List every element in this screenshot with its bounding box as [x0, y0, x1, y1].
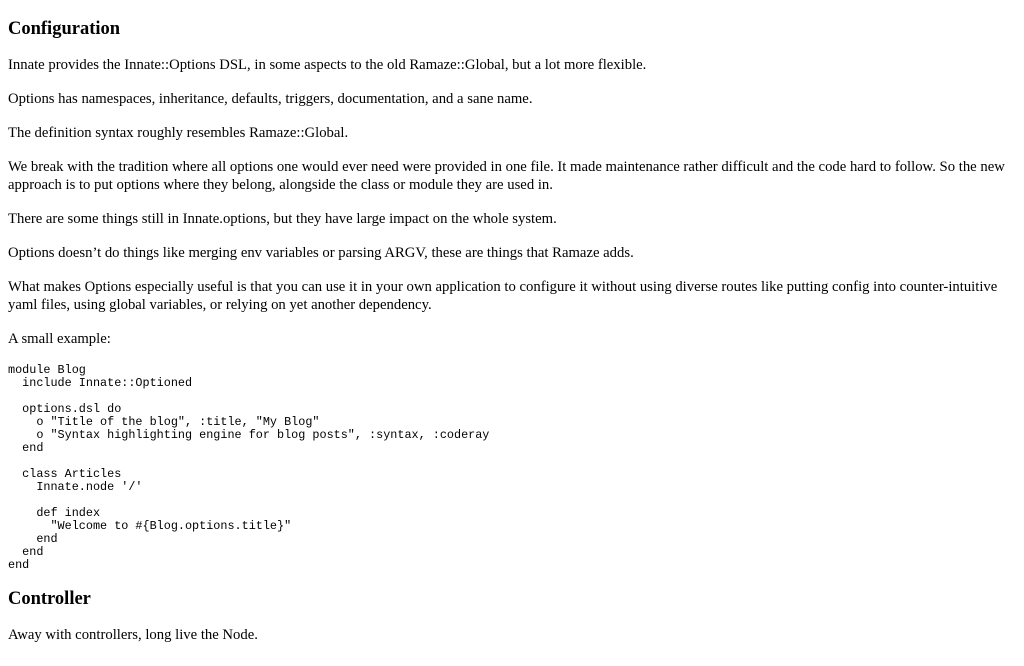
paragraph-usefulness: What makes Options especially useful is … — [8, 279, 998, 313]
paragraph-env-variables: Options doesn’t do things like merging e… — [8, 245, 634, 261]
document-body: Configuration Innate provides the Innate… — [0, 0, 1024, 644]
paragraph-node: Away with controllers, long live the Nod… — [8, 627, 258, 643]
code-example: module Blog include Innate::Optioned opt… — [8, 363, 490, 572]
paragraph-intro: Innate provides the Innate::Options DSL,… — [8, 57, 647, 73]
controller-heading: Controller — [8, 589, 91, 609]
paragraph-namespaces: Options has namespaces, inheritance, def… — [8, 91, 533, 107]
paragraph-syntax: The definition syntax roughly resembles … — [8, 125, 349, 141]
configuration-heading: Configuration — [8, 19, 121, 39]
paragraph-example-intro: A small example: — [8, 331, 111, 347]
paragraph-innate-options: There are some things still in Innate.op… — [8, 211, 557, 227]
paragraph-tradition: We break with the tradition where all op… — [8, 159, 1005, 193]
